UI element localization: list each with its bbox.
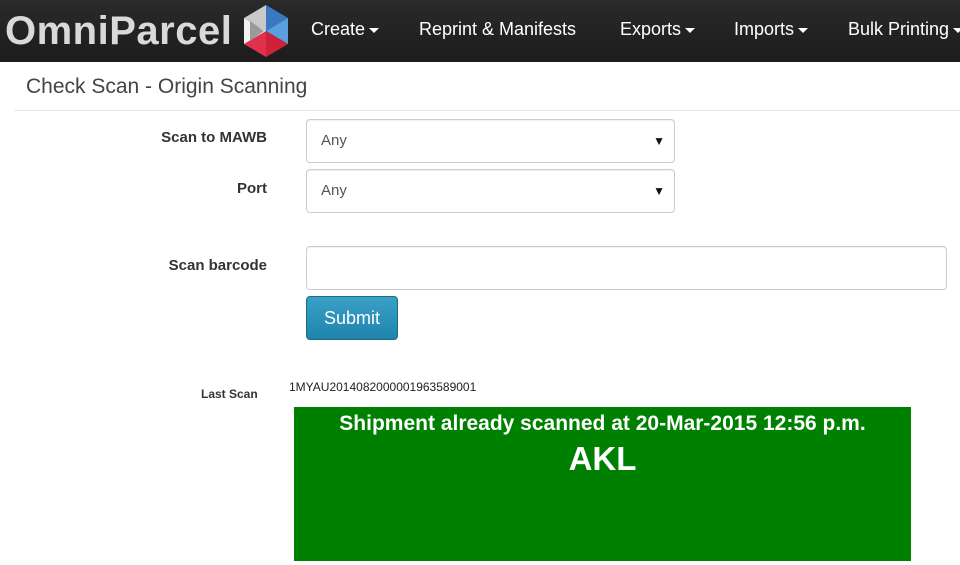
dropdown-arrow-icon: ▼ (653, 184, 665, 198)
mawb-select[interactable]: Any ▼ (306, 119, 675, 163)
port-select[interactable]: Any ▼ (306, 169, 675, 213)
dropdown-arrow-icon: ▼ (653, 134, 665, 148)
port-label: Port (237, 180, 267, 197)
top-navbar: OmniParcel Create Reprint & Manifests Ex… (0, 0, 960, 62)
nav-bulk-printing[interactable]: Bulk Printing (848, 0, 960, 62)
scan-result-panel: Shipment already scanned at 20-Mar-2015 … (294, 407, 911, 561)
caret-down-icon (798, 27, 809, 33)
nav-create[interactable]: Create (311, 0, 380, 62)
brand-name: OmniParcel (5, 9, 233, 53)
caret-down-icon (953, 27, 960, 33)
scan-result-code: AKL (568, 440, 637, 477)
nav-imports[interactable]: Imports (734, 0, 809, 62)
last-scan-label: Last Scan (201, 387, 258, 401)
scan-result-message: Shipment already scanned at 20-Mar-2015 … (339, 412, 866, 435)
mawb-select-value: Any (321, 132, 347, 149)
omniparcel-logo-icon (244, 5, 289, 57)
barcode-label: Scan barcode (168, 257, 267, 274)
last-scan-value: 1MYAU2014082000001963589001 (289, 380, 477, 394)
page-title: Check Scan - Origin Scanning (26, 75, 308, 98)
scan-barcode-input[interactable] (306, 246, 947, 290)
nav-exports[interactable]: Exports (620, 0, 696, 62)
caret-down-icon (685, 27, 696, 33)
title-divider (14, 110, 960, 111)
port-select-value: Any (321, 182, 347, 199)
nav-reprint-manifests[interactable]: Reprint & Manifests (419, 0, 576, 62)
submit-button[interactable]: Submit (306, 296, 398, 340)
brand[interactable]: OmniParcel (5, 5, 294, 57)
caret-down-icon (369, 27, 380, 33)
mawb-label: Scan to MAWB (161, 129, 267, 146)
